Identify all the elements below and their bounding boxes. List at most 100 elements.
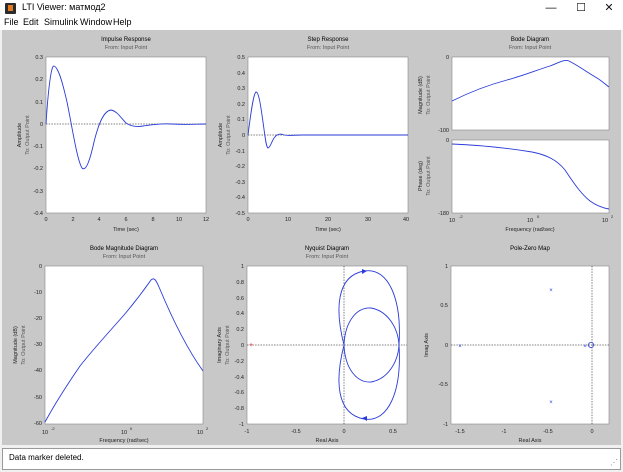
bode-phase-axes[interactable] [451, 139, 610, 214]
nyquist-ylabel: Imaginary Axis [217, 327, 223, 363]
nyquist-ytick: 0 [241, 343, 244, 349]
pzmap-xlabel: Real Axis [519, 438, 542, 444]
nyquist-ytick: -0.8 [235, 406, 244, 412]
step-ylabel2: To: Output Point [226, 115, 232, 155]
impulse-yticks: 0.3 0.2 0.1 0 -0.1 -0.2 -0.3 -0.4 [34, 55, 43, 217]
pzmap-title: Pole-Zero Map [510, 246, 550, 252]
bode-magnitude-axes[interactable] [451, 56, 610, 131]
impulse-title: Impulse Response [101, 37, 151, 43]
step-xtick: 10 [285, 217, 291, 223]
nyquist-ytick: -1 [239, 422, 244, 428]
step-ytick: 0.5 [237, 55, 245, 61]
impulse-ytick: -0.2 [34, 166, 43, 172]
step-ytick: 0.3 [237, 86, 245, 92]
impulse-xtick: 10 [176, 217, 182, 223]
step-xtick: 40 [403, 217, 409, 223]
resize-grip-icon[interactable]: ⋰ [610, 458, 618, 467]
impulse-xlabel: Time (sec) [113, 227, 139, 233]
bodemag-ytick: -50 [34, 395, 42, 401]
bode-diagram-plot[interactable]: Bode Diagram From: Input Point Magnitude… [418, 37, 614, 233]
bodemag-ytick: 0 [39, 264, 42, 270]
bode-xtick-exponent: 0 [537, 214, 540, 219]
bode-phase-ylabel: Phase (deg) [418, 161, 424, 191]
impulse-ylabel: Amplitude [17, 123, 23, 147]
pzmap-xticks: -1.5 -1 -0.5 0 [455, 429, 593, 435]
impulse-subtitle: From: Input Point [105, 45, 148, 51]
pole-marker: × [458, 344, 462, 350]
impulse-ylabel2: To: Output Point [25, 115, 31, 155]
impulse-xticks: 0 2 4 6 8 10 12 [44, 217, 209, 223]
step-xtick: 20 [325, 217, 331, 223]
step-xlabel: Time (sec) [315, 227, 341, 233]
pzmap-ylabel: Imag Axis [424, 333, 430, 357]
nyquist-ytick: -0.2 [235, 359, 244, 365]
step-xtick: 30 [365, 217, 371, 223]
title-bar: LTI Viewer: матмод2 — ☐ ✕ [0, 0, 623, 17]
nyquist-ytick: 1 [241, 264, 244, 270]
bode-magnitude-plot[interactable]: Bode Magnitude Diagram From: Input Point… [13, 246, 209, 444]
bodemag-axes[interactable] [44, 265, 204, 425]
bodemag-xticks: 10 -2 10 0 10 2 [42, 426, 209, 436]
impulse-response-plot[interactable]: Impulse Response From: Input Point Ampli… [17, 37, 209, 233]
menu-edit[interactable]: Edit [23, 17, 39, 27]
step-ylabel: Amplitude [218, 123, 224, 147]
bode-xtick: 10 [449, 218, 455, 224]
bodemag-xtick-exponent: 0 [130, 426, 133, 431]
step-xtick: 0 [246, 217, 249, 223]
nyquist-yticks: 1 0.8 0.6 0.4 0.2 0 -0.2 -0.4 -0.6 -0.8 … [235, 264, 244, 428]
status-bar: Data marker deleted. ⋰ [2, 448, 621, 470]
pzmap-xtick: 0 [590, 429, 593, 435]
bodemag-xtick-exponent: 2 [206, 426, 209, 431]
nyquist-title: Nyquist Diagram [305, 246, 349, 252]
nyquist-ytick: 0.6 [236, 296, 244, 302]
bodemag-xtick-exponent: -2 [51, 426, 55, 431]
bode-xtick: 10 [527, 218, 533, 224]
menu-help[interactable]: Help [113, 17, 132, 27]
impulse-ytick: 0.1 [35, 100, 43, 106]
bode-mag-ytick: 0 [446, 55, 449, 61]
bode-xtick-exponent: 2 [611, 214, 614, 219]
bodemag-xtick: 10 [42, 430, 48, 436]
step-yticks: 0.5 0.4 0.3 0.2 0.1 0 -0.1 -0.2 -0.3 -0.… [236, 55, 245, 217]
bode-subtitle: From: Input Point [509, 45, 552, 51]
impulse-ytick: -0.4 [34, 211, 43, 217]
figure-canvas[interactable]: .ax{fill:#fff;stroke:#888;stroke-width:0… [2, 30, 621, 445]
matlab-app-icon [5, 3, 16, 14]
nyquist-ytick: -0.4 [235, 375, 244, 381]
nyquist-xtick: -1 [245, 429, 250, 435]
impulse-xtick: 2 [71, 217, 74, 223]
step-response-plot[interactable]: Step Response From: Input Point Amplitud… [218, 37, 409, 233]
nyquist-xtick: 0.5 [389, 429, 397, 435]
bode-mag-ytick: -100 [438, 128, 449, 134]
bodemag-xtick: 10 [197, 430, 203, 436]
bodemag-xtick: 10 [121, 430, 127, 436]
pole-zero-plot[interactable]: Pole-Zero Map × × × × Imag Axis 1 0.5 0 … [424, 246, 610, 444]
nyquist-subtitle: From: Input Point [306, 254, 349, 260]
nyquist-xtick: -0.5 [291, 429, 300, 435]
menu-simulink[interactable]: Simulink [44, 17, 78, 27]
impulse-ytick: -0.3 [34, 189, 43, 195]
close-button[interactable]: ✕ [595, 0, 623, 17]
bode-xlabel: Frequency (rad/sec) [505, 227, 554, 233]
pzmap-ytick: -0.5 [439, 382, 448, 388]
step-ytick: -0.5 [236, 211, 245, 217]
impulse-ytick: -0.1 [34, 144, 43, 150]
menu-window[interactable]: Window [80, 17, 112, 27]
minimize-button[interactable]: — [537, 0, 565, 17]
bodemag-ytick: -30 [34, 342, 42, 348]
impulse-ytick: 0.3 [35, 55, 43, 61]
bode-xtick-exponent: -2 [459, 214, 463, 219]
pzmap-ytick: -1 [443, 422, 448, 428]
step-ytick: -0.4 [236, 195, 245, 201]
impulse-axes[interactable] [45, 56, 207, 214]
menu-file[interactable]: File [4, 17, 19, 27]
pzmap-ytick: 0 [445, 343, 448, 349]
bodemag-ytick: -40 [34, 368, 42, 374]
plots-svg: .ax{fill:#fff;stroke:#888;stroke-width:0… [13, 37, 614, 444]
step-ytick: 0 [242, 133, 245, 139]
bode-phase-ytick: 0 [446, 138, 449, 144]
bode-mag-ylabel: Magnitude (dB) [418, 76, 424, 114]
nyquist-plot[interactable]: Nyquist Diagram From: Input Point + Imag… [217, 246, 408, 444]
impulse-xtick: 4 [97, 217, 100, 223]
maximize-button[interactable]: ☐ [567, 0, 595, 17]
